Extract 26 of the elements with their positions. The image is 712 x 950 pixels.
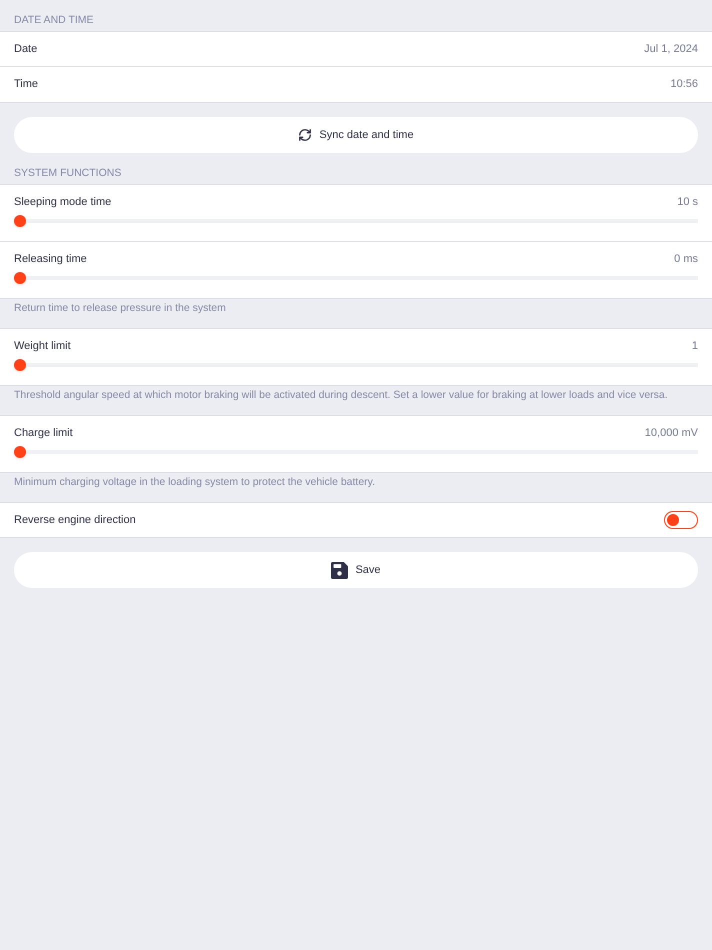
refresh-icon — [298, 128, 312, 142]
setting-label: Weight limit — [14, 340, 71, 353]
slider-thumb[interactable] — [14, 446, 26, 458]
setting-label: Sleeping mode time — [14, 196, 112, 209]
slider-thumb[interactable] — [14, 272, 26, 284]
save-button[interactable]: Save — [14, 552, 698, 588]
setting-value: 10 s — [677, 196, 698, 209]
setting-label: Reverse engine direction — [14, 514, 136, 526]
setting-value: 1 — [692, 340, 698, 353]
section-title: DATE AND TIME — [13, 13, 95, 28]
slider-thumb[interactable] — [14, 359, 26, 371]
setting-value: 10,000 mV — [644, 427, 698, 440]
setting-label: Date — [14, 42, 38, 56]
setting-label: Charge limit — [14, 427, 73, 440]
slider-thumb[interactable] — [14, 215, 26, 227]
help-text: Threshold angular speed at which motor braking will be activated during descent. Set a lower value for braking at lower loads and vice versa. — [13, 388, 669, 403]
setting-value: Jul 1, 2024 — [644, 42, 698, 56]
sync-button[interactable]: Sync date and time — [14, 117, 698, 153]
setting-value: 0 ms — [674, 253, 698, 266]
help-text: Minimum charging voltage in the loading system to protect the vehicle battery. — [13, 475, 376, 490]
setting-label: Time — [14, 78, 38, 91]
setting-label: Releasing time — [14, 253, 87, 266]
toggle-switch[interactable] — [664, 511, 698, 529]
section-title: SYSTEM FUNCTIONS — [13, 166, 122, 181]
help-text: Return time to release pressure in the system — [13, 301, 227, 316]
setting-value: 10:56 — [670, 78, 698, 91]
